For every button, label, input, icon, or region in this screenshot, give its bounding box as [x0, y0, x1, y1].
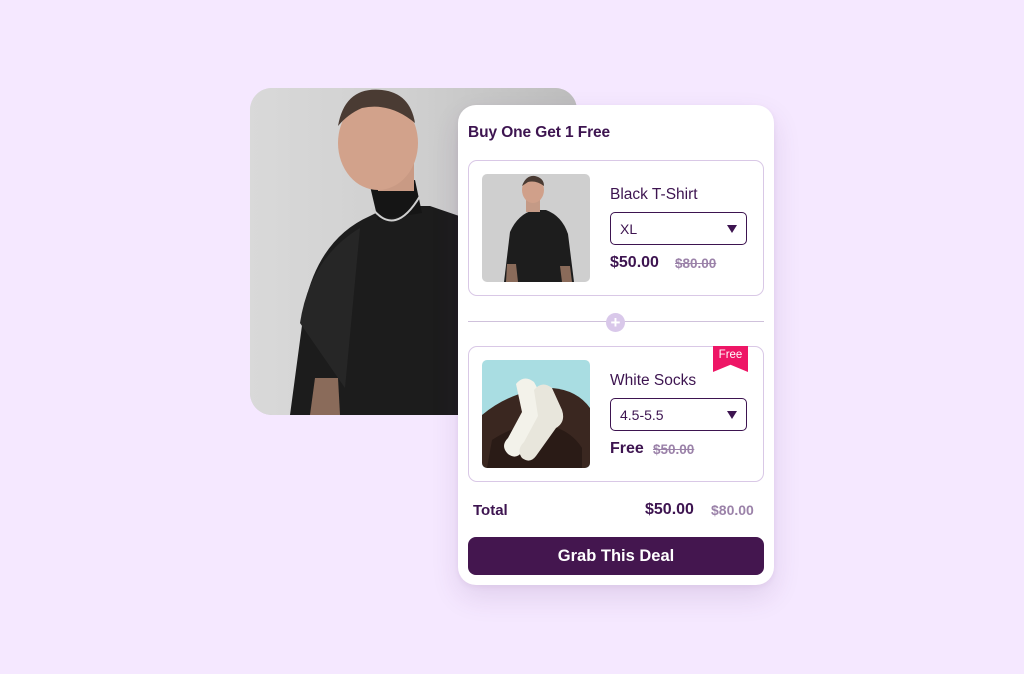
product-price: Free — [610, 440, 644, 457]
offer-title: Buy One Get 1 Free — [468, 124, 611, 141]
product-name: White Socks — [610, 372, 697, 389]
plus-icon: + — [606, 313, 625, 332]
product-price: $50.00 — [610, 254, 659, 271]
tshirt-model-image — [482, 174, 590, 282]
product-card-tshirt: Black T-Shirt XL $50.00 $80.00 — [468, 160, 764, 296]
bundle-offer-card: Buy One Get 1 Free Black T-Shirt XL $50.… — [458, 105, 774, 585]
caret-down-icon — [727, 411, 737, 419]
product-thumbnail-socks — [482, 360, 590, 468]
grab-deal-button[interactable]: Grab This Deal — [468, 537, 764, 575]
size-select-value: 4.5-5.5 — [620, 407, 664, 423]
size-select-value: XL — [620, 221, 638, 237]
product-card-socks: Free White Socks 4.5-5.5 Free $50.00 — [468, 346, 764, 482]
product-old-price: $80.00 — [675, 256, 717, 271]
product-old-price: $50.00 — [653, 442, 695, 457]
product-name: Black T-Shirt — [610, 186, 698, 203]
size-select-tshirt[interactable]: XL — [610, 212, 747, 245]
free-badge: Free — [713, 346, 748, 372]
size-select-socks[interactable]: 4.5-5.5 — [610, 398, 747, 431]
socks-image — [482, 360, 590, 468]
caret-down-icon — [727, 225, 737, 233]
total-value: $50.00 — [645, 501, 694, 518]
total-label: Total — [473, 502, 508, 519]
product-thumbnail-tshirt — [482, 174, 590, 282]
total-old-value: $80.00 — [711, 502, 754, 518]
